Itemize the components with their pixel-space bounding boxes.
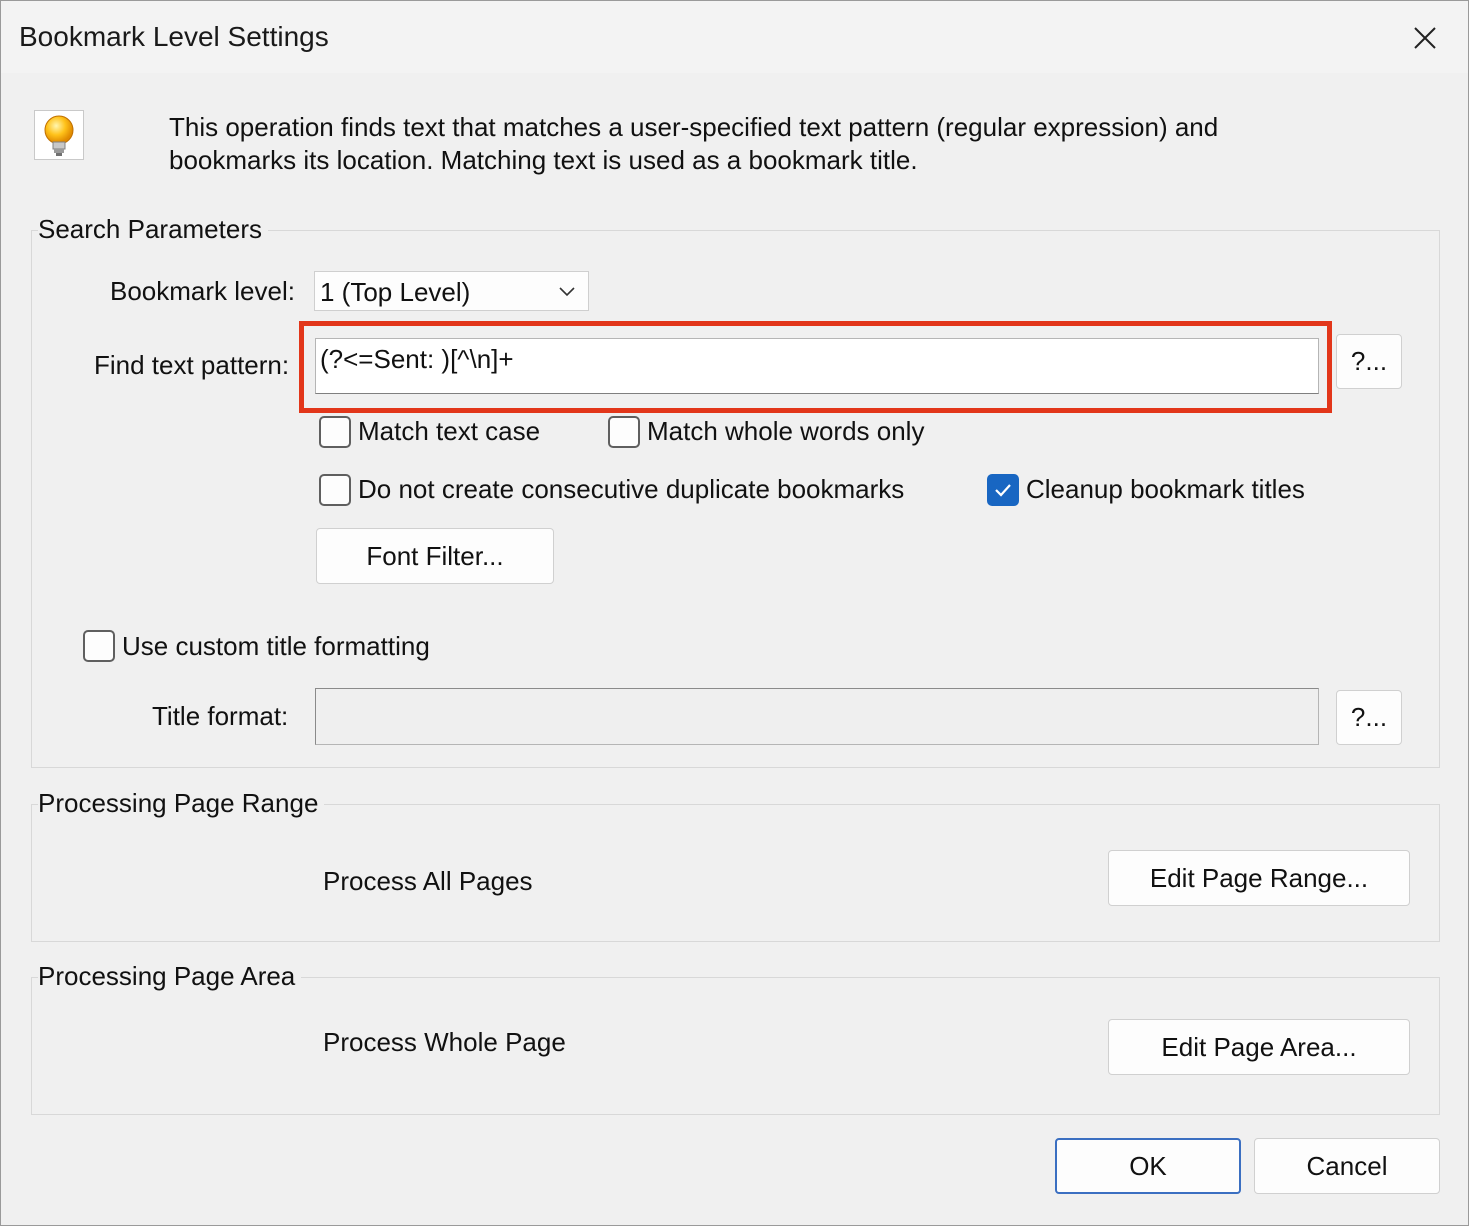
close-icon <box>1414 27 1436 49</box>
edit-page-area-button[interactable]: Edit Page Area... <box>1108 1019 1410 1075</box>
bookmark-level-label: Bookmark level: <box>110 276 295 306</box>
close-button[interactable] <box>1397 15 1453 61</box>
dialog-window: Bookmark Level Settings This operation f… <box>0 0 1469 1226</box>
use-custom-title-checkbox[interactable] <box>83 630 115 662</box>
title-format-label: Title format: <box>152 701 289 731</box>
page-area-title: Processing Page Area <box>38 961 302 992</box>
match-whole-words-checkbox[interactable] <box>608 416 640 448</box>
edit-page-range-button[interactable]: Edit Page Range... <box>1108 850 1410 906</box>
cancel-button[interactable]: Cancel <box>1254 1138 1440 1194</box>
match-text-case-checkbox[interactable] <box>319 416 351 448</box>
font-filter-button[interactable]: Font Filter... <box>316 528 554 584</box>
pattern-help-button[interactable]: ?... <box>1336 334 1402 389</box>
description-line-1: This operation finds text that matches a… <box>169 112 1219 142</box>
match-text-case-label: Match text case <box>358 416 541 446</box>
find-text-pattern-label: Find text pattern: <box>94 350 290 380</box>
highlight-annotation <box>299 321 1332 413</box>
checkmark-icon <box>995 484 1011 497</box>
operation-description: This operation finds text that matches a… <box>169 111 1369 177</box>
no-consecutive-duplicates-checkbox[interactable] <box>319 474 351 506</box>
page-range-title: Processing Page Range <box>38 788 325 819</box>
match-whole-words-label: Match whole words only <box>647 416 925 446</box>
title-format-input[interactable] <box>315 688 1319 745</box>
cleanup-titles-checkbox[interactable] <box>987 474 1019 506</box>
title-bar: Bookmark Level Settings <box>1 1 1468 73</box>
bookmark-level-dropdown[interactable]: 1 (Top Level) <box>314 271 589 311</box>
description-line-2: bookmarks its location. Matching text is… <box>169 145 918 175</box>
cleanup-titles-label: Cleanup bookmark titles <box>1026 474 1305 504</box>
page-area-status: Process Whole Page <box>323 1027 566 1057</box>
ok-button[interactable]: OK <box>1055 1138 1241 1194</box>
lightbulb-icon <box>34 110 84 160</box>
title-format-help-button[interactable]: ?... <box>1336 690 1402 745</box>
search-parameters-title: Search Parameters <box>38 214 268 245</box>
no-consecutive-duplicates-label: Do not create consecutive duplicate book… <box>358 474 905 504</box>
bookmark-level-value: 1 (Top Level) <box>320 277 471 307</box>
chevron-down-icon <box>559 287 575 297</box>
use-custom-title-label: Use custom title formatting <box>122 631 430 661</box>
page-range-status: Process All Pages <box>323 866 533 896</box>
window-title: Bookmark Level Settings <box>19 21 329 52</box>
